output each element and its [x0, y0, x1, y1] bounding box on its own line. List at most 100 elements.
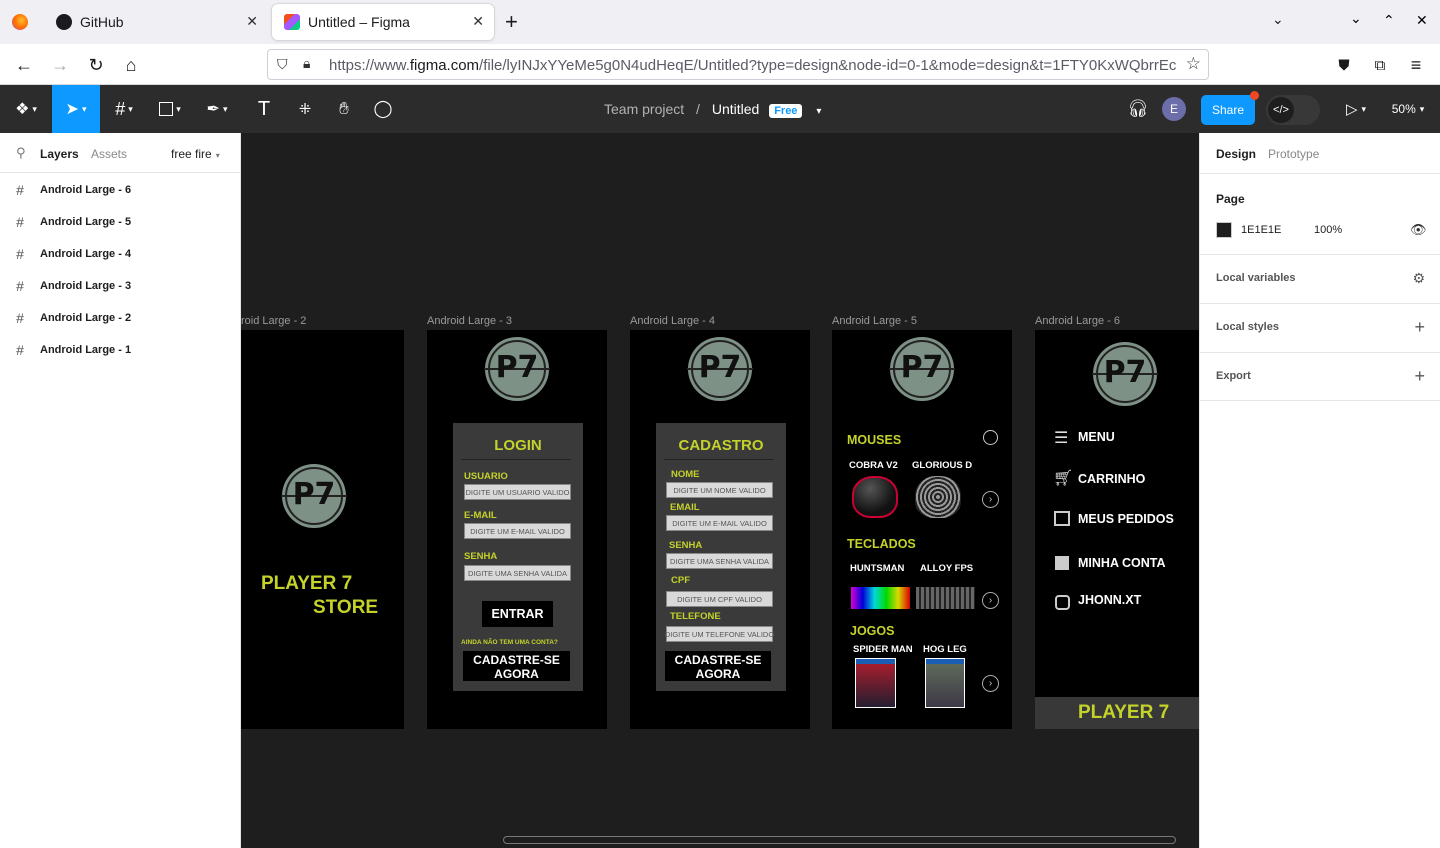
- keyboard-image[interactable]: [851, 587, 910, 609]
- email-input[interactable]: DIGITE UM E-MAIL VALIDO: [464, 523, 571, 539]
- back-icon[interactable]: ←: [11, 52, 37, 78]
- frame-label[interactable]: Android Large - 3: [427, 315, 512, 327]
- cart-icon[interactable]: 🛒︎: [1053, 468, 1073, 488]
- chevron-down-icon[interactable]: ▾: [816, 106, 821, 117]
- frame-android-large-2[interactable]: P7 PLAYER 7 STORE: [241, 330, 404, 729]
- tab-figma[interactable]: Untitled – Figma ✕: [272, 4, 494, 40]
- reload-icon[interactable]: ↻: [83, 52, 109, 78]
- new-tab-button[interactable]: +: [505, 9, 518, 35]
- chevron-right-icon[interactable]: ›: [982, 592, 999, 609]
- text-tool-icon[interactable]: T: [248, 85, 280, 133]
- game-cover-image[interactable]: [925, 658, 965, 708]
- frame-android-large-3[interactable]: P7 LOGIN USUARIO DIGITE UM USUARIO VALID…: [427, 330, 607, 729]
- keyboard-image[interactable]: [916, 587, 975, 609]
- tab-layers[interactable]: Layers: [40, 147, 79, 161]
- team-project-link[interactable]: Team project: [604, 101, 684, 117]
- resources-icon[interactable]: ⁜: [289, 85, 321, 133]
- chevron-right-icon[interactable]: ›: [982, 491, 999, 508]
- figma-main-menu-icon[interactable]: ❖ ▾: [6, 85, 46, 133]
- url-bar[interactable]: ⛉ 🔒︎ https://www.figma.com/file/lyINJxYY…: [267, 49, 1209, 80]
- shield-icon[interactable]: ⛉: [277, 56, 288, 73]
- page-color-hex[interactable]: 1E1E1E: [1241, 224, 1281, 236]
- variables-icon[interactable]: ⚙︎: [1412, 270, 1425, 287]
- search-icon[interactable]: ⚲: [16, 145, 26, 161]
- frame-android-large-5[interactable]: P7 MOUSES COBRA V2 GLORIOUS D › TECLADOS…: [832, 330, 1012, 729]
- add-icon[interactable]: +: [1414, 366, 1425, 387]
- orders-icon[interactable]: [1054, 511, 1070, 526]
- hand-tool-icon[interactable]: ✋︎: [328, 85, 360, 133]
- bookmark-star-icon[interactable]: ☆: [1186, 54, 1201, 74]
- file-name[interactable]: Untitled: [712, 101, 759, 117]
- game-cover-image[interactable]: [855, 658, 896, 708]
- firefox-icon[interactable]: [12, 14, 28, 30]
- page-opacity[interactable]: 100%: [1314, 224, 1342, 236]
- share-button[interactable]: Share: [1201, 95, 1255, 125]
- local-styles-section[interactable]: Local styles +: [1200, 303, 1440, 352]
- layer-item[interactable]: # Android Large - 4: [0, 238, 240, 270]
- frame-label[interactable]: Android Large - 5: [832, 315, 917, 327]
- lock-icon[interactable]: 🔒︎: [303, 55, 310, 72]
- forward-icon[interactable]: →: [47, 52, 73, 78]
- password-input[interactable]: DIGITE UMA SENHA VALIDA: [666, 553, 773, 569]
- layer-item[interactable]: # Android Large - 3: [0, 270, 240, 302]
- login-button[interactable]: ENTRAR: [482, 601, 553, 627]
- instagram-icon[interactable]: [1055, 595, 1070, 610]
- url-text[interactable]: https://www.figma.com/file/lyINJxYYeMe5g…: [329, 57, 1177, 74]
- menu-item-account[interactable]: MINHA CONTA: [1078, 556, 1166, 570]
- avatar[interactable]: E: [1160, 85, 1188, 133]
- move-tool-icon[interactable]: ➤ ▾: [52, 85, 100, 133]
- frame-android-large-4[interactable]: P7 CADASTRO NOME DIGITE UM NOME VALIDO E…: [630, 330, 810, 729]
- email-input[interactable]: DIGITE UM E-MAIL VALIDO: [666, 515, 773, 531]
- design-canvas[interactable]: roid Large - 2 Android Large - 3 Android…: [241, 133, 1199, 848]
- menu-item-orders[interactable]: MEUS PEDIDOS: [1078, 512, 1174, 526]
- signup-submit-button[interactable]: CADASTRE-SE AGORA: [665, 651, 771, 681]
- page-selector[interactable]: free fire ▾: [171, 147, 220, 161]
- menu-item-instagram[interactable]: JHONN.XT: [1078, 593, 1141, 607]
- eye-icon[interactable]: 👁︎: [1410, 222, 1427, 238]
- layer-item[interactable]: # Android Large - 5: [0, 206, 240, 238]
- chevron-down-icon[interactable]: ⌄: [1272, 11, 1284, 28]
- tab-prototype[interactable]: Prototype: [1268, 147, 1319, 161]
- cpf-input[interactable]: DIGITE UM CPF VALIDO: [666, 591, 773, 607]
- window-close-icon[interactable]: ✕: [1416, 12, 1428, 29]
- hamburger-menu-icon[interactable]: ≡: [1403, 52, 1429, 78]
- phone-input[interactable]: DIGITE UM TELEFONE VALIDO: [665, 626, 774, 642]
- horizontal-scrollbar[interactable]: [503, 836, 1176, 844]
- frame-android-large-6[interactable]: P7 ☰ MENU 🛒︎ CARRINHO MEUS PEDIDOS MINHA…: [1035, 330, 1199, 729]
- tab-github[interactable]: GitHub ✕: [44, 4, 268, 40]
- layer-item[interactable]: # Android Large - 6: [0, 174, 240, 206]
- add-icon[interactable]: +: [1414, 317, 1425, 338]
- name-input[interactable]: DIGITE UM NOME VALIDO: [666, 482, 773, 498]
- mouse-image[interactable]: [852, 476, 898, 518]
- layer-item[interactable]: # Android Large - 2: [0, 302, 240, 334]
- maximize-icon[interactable]: ⌃: [1383, 12, 1395, 29]
- tab-assets[interactable]: Assets: [91, 147, 127, 161]
- close-icon[interactable]: ✕: [246, 13, 258, 30]
- extensions-icon[interactable]: ⧉: [1367, 52, 1393, 78]
- username-input[interactable]: DIGITE UM USUARIO VALIDO: [464, 484, 571, 500]
- home-icon[interactable]: ⌂: [118, 52, 144, 78]
- frame-tool-icon[interactable]: # ▾: [104, 85, 144, 133]
- page-color-swatch[interactable]: [1216, 222, 1232, 238]
- present-play-icon[interactable]: ▷ ▾: [1336, 85, 1376, 133]
- frame-label[interactable]: Android Large - 4: [630, 315, 715, 327]
- comment-tool-icon[interactable]: ◯: [367, 85, 399, 133]
- minimize-icon[interactable]: ⌄: [1350, 10, 1362, 27]
- headphones-icon[interactable]: 🎧︎: [1124, 85, 1152, 133]
- search-icon[interactable]: [983, 430, 998, 445]
- pocket-icon[interactable]: ⛊: [1331, 52, 1357, 78]
- export-section[interactable]: Export +: [1200, 352, 1440, 401]
- signup-link-button[interactable]: CADASTRE-SE AGORA: [463, 651, 570, 681]
- frame-label[interactable]: Android Large - 6: [1035, 315, 1120, 327]
- zoom-menu[interactable]: 50% ▾: [1386, 85, 1430, 133]
- frame-label[interactable]: roid Large - 2: [241, 315, 306, 327]
- layer-item[interactable]: # Android Large - 1: [0, 334, 240, 366]
- mouse-image[interactable]: [915, 476, 961, 518]
- menu-item-cart[interactable]: CARRINHO: [1078, 472, 1145, 486]
- hamburger-menu-icon[interactable]: ☰: [1054, 428, 1068, 448]
- shape-tool-icon[interactable]: ▾: [150, 85, 190, 133]
- account-icon[interactable]: [1055, 556, 1069, 570]
- close-icon[interactable]: ✕: [472, 13, 484, 30]
- dev-mode-toggle[interactable]: </>: [1266, 95, 1320, 125]
- tab-design[interactable]: Design: [1216, 147, 1256, 161]
